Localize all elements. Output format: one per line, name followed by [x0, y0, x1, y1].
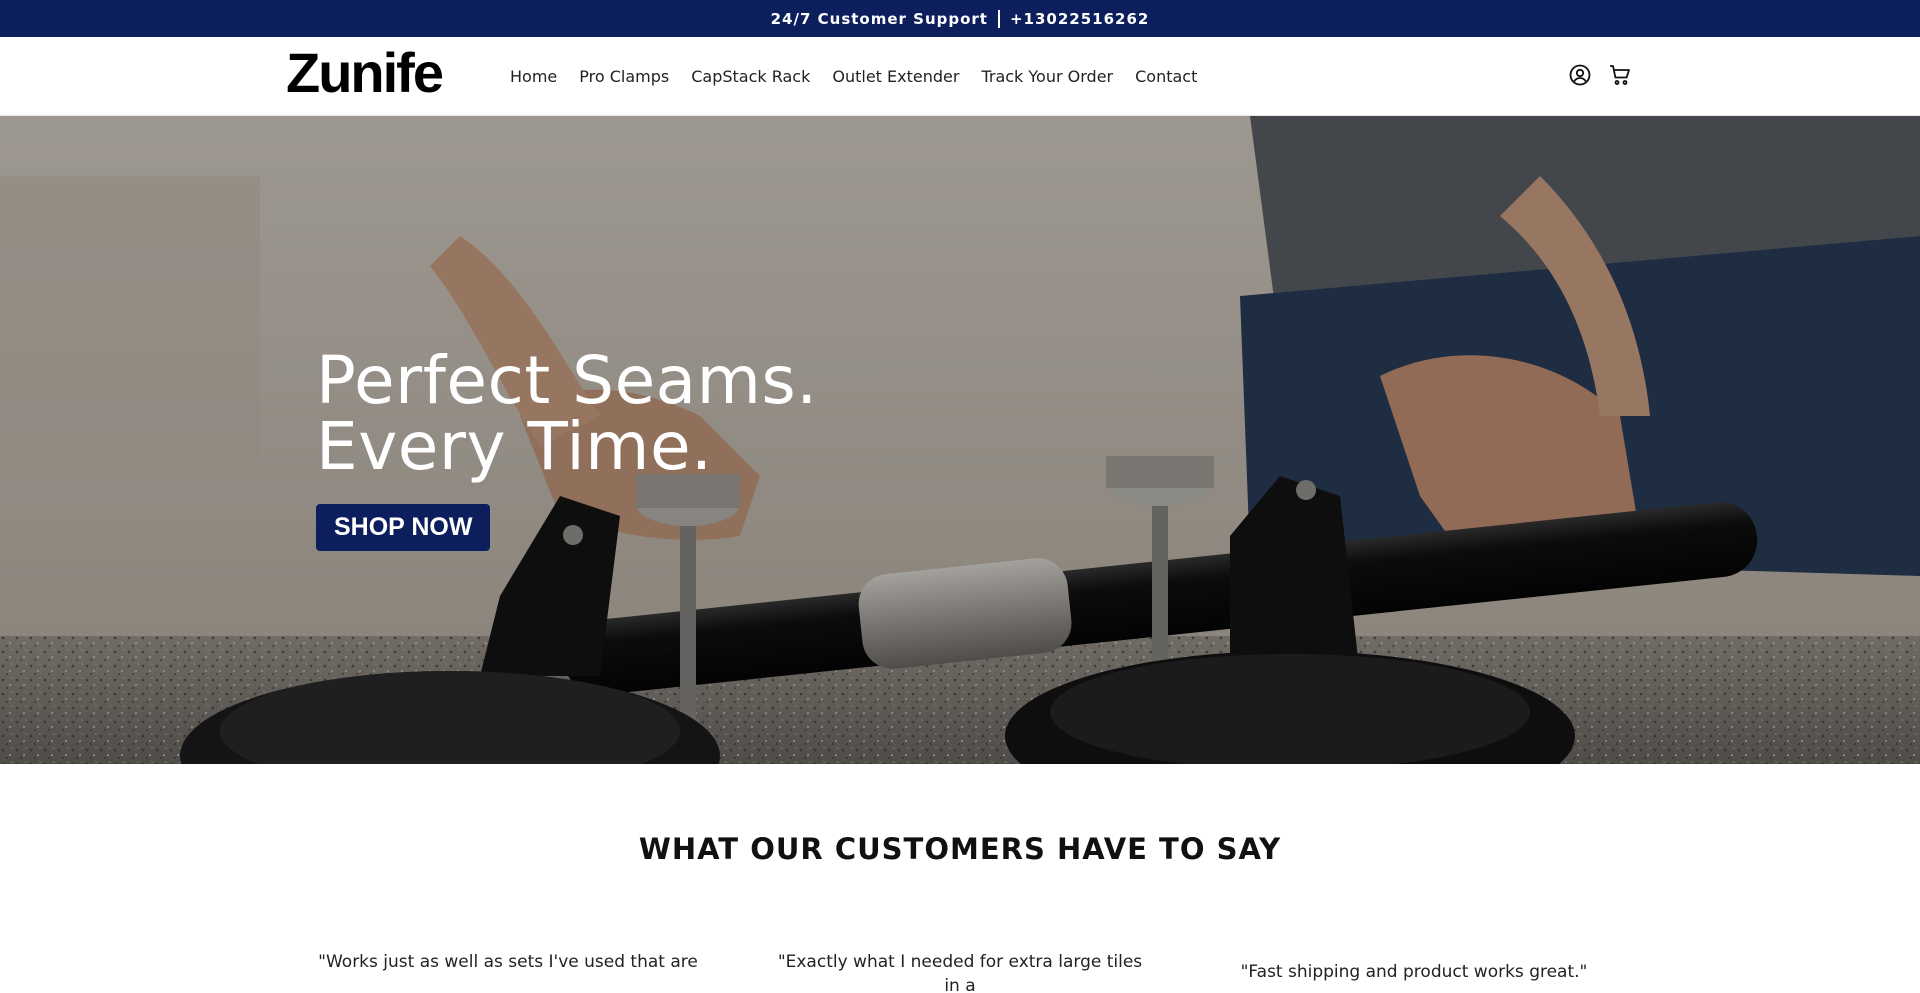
hero-content: Perfect Seams. Every Time. SHOP NOW: [316, 348, 818, 551]
header-icons: [1568, 63, 1632, 87]
account-icon[interactable]: [1568, 63, 1592, 87]
shop-now-button[interactable]: SHOP NOW: [316, 504, 491, 551]
nav-track-order[interactable]: Track Your Order: [981, 67, 1113, 86]
site-logo[interactable]: Zunife: [286, 45, 444, 101]
reviews-title: WHAT OUR CUSTOMERS HAVE TO SAY: [638, 832, 1282, 866]
review-quote-3: "Fast shipping and product works great.": [1240, 962, 1588, 982]
review-quote-2: "Exactly what I needed for extra large t…: [777, 952, 1143, 993]
hero-title-line-2: Every Time.: [316, 408, 713, 485]
support-phone[interactable]: +13022516262: [1010, 10, 1149, 28]
nav-outlet-extender[interactable]: Outlet Extender: [832, 67, 959, 86]
hero-title-line-1: Perfect Seams.: [316, 342, 818, 419]
hero-overlay: [0, 116, 1920, 764]
announcement-bar: 24/7 Customer Support +13022516262: [0, 0, 1920, 37]
nav-pro-clamps[interactable]: Pro Clamps: [579, 67, 669, 86]
support-label: 24/7 Customer Support: [770, 9, 988, 28]
nav-capstack-rack[interactable]: CapStack Rack: [691, 67, 810, 86]
announcement-divider: [997, 9, 1000, 28]
main-nav: Home Pro Clamps CapStack Rack Outlet Ext…: [510, 37, 1197, 116]
site-header: Zunife Home Pro Clamps CapStack Rack Out…: [0, 37, 1920, 116]
nav-home[interactable]: Home: [510, 67, 557, 86]
cart-icon[interactable]: [1608, 63, 1632, 87]
reviews-section: WHAT OUR CUSTOMERS HAVE TO SAY "Works ju…: [0, 764, 1920, 993]
review-quote-1: "Works just as well as sets I've used th…: [318, 952, 698, 972]
nav-contact[interactable]: Contact: [1135, 67, 1197, 86]
hero-title: Perfect Seams. Every Time.: [316, 348, 818, 480]
hero-banner: Perfect Seams. Every Time. SHOP NOW: [0, 116, 1920, 764]
